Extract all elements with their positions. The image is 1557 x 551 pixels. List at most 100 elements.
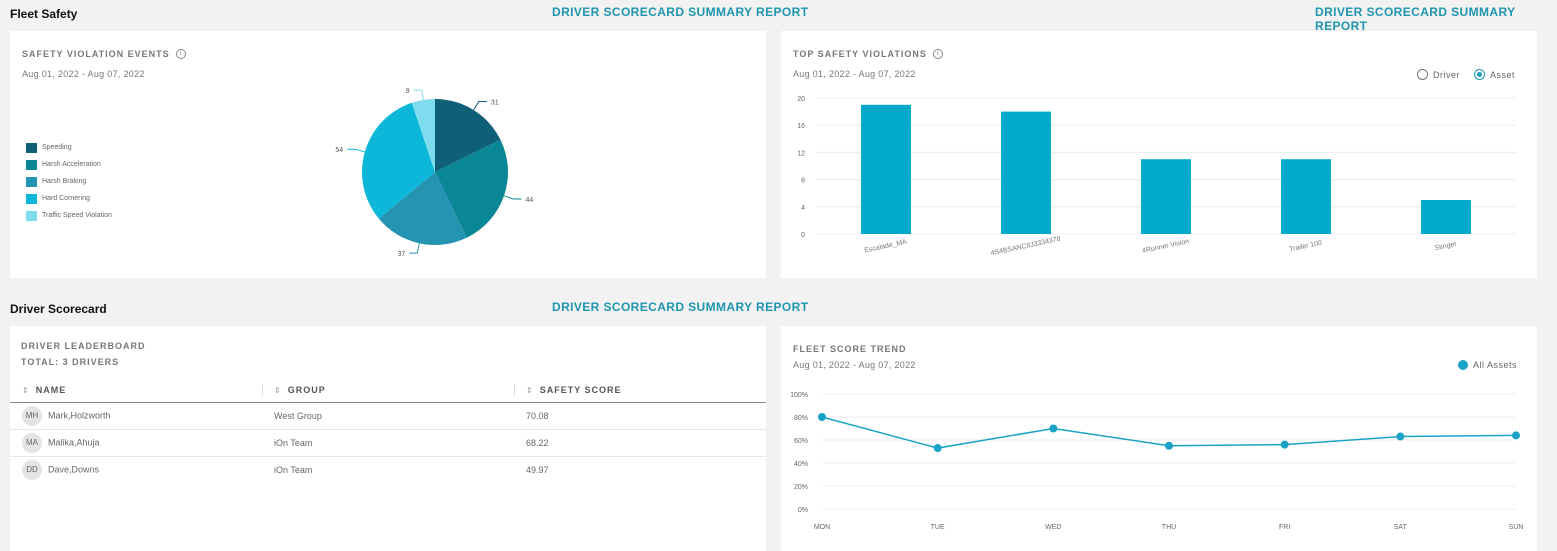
leaderboard-header-row: ⇕ NAME ⇕ GROUP ⇕ SAFETY SCORE	[10, 378, 766, 403]
safety-events-title-text: SAFETY VIOLATION EVENTS	[22, 49, 170, 59]
line-chart: 0% 20% 40% 60% 80% 100% MON TUE WED THU FRI SAT SUN	[790, 392, 1523, 531]
leaderboard-table: ⇕ NAME ⇕ GROUP ⇕ SAFETY SCORE MH Mark,Holzwo…	[10, 378, 766, 483]
table-row[interactable]: MA Malika,Ahuja iOn Team 68.22	[10, 429, 766, 457]
radio-driver-circle[interactable]	[1416, 69, 1428, 80]
data-point[interactable]	[1049, 424, 1058, 433]
fleet-trend-title: FLEET SCORE TREND	[793, 344, 907, 354]
y-tick-label: 0	[801, 232, 805, 239]
report-link-left[interactable]: DRIVER SCORECARD SUMMARY REPORT	[552, 5, 808, 19]
pie-data-label: 31	[491, 100, 499, 107]
y-tick-label: 20	[797, 96, 805, 103]
bar[interactable]	[1141, 159, 1191, 234]
driver-name[interactable]: Malika,Ahuja	[48, 437, 100, 447]
x-tick-label: Stinger	[1434, 241, 1458, 253]
driver-name-cell: MH Mark,Holzworth	[10, 402, 262, 430]
pie-data-label: 44	[525, 197, 533, 204]
driver-leaderboard-card: DRIVER LEADERBOARD TOTAL: 3 DRIVERS ⇕ NAM…	[10, 326, 766, 551]
data-point[interactable]	[933, 444, 942, 453]
legend-item[interactable]: Speeding	[26, 139, 112, 156]
driver-group: iOn Team	[262, 429, 514, 457]
x-tick-label: 4S4BSANC8J3334378	[990, 236, 1061, 258]
legend-item[interactable]: Hard Cornering	[26, 190, 112, 207]
bar[interactable]	[1001, 111, 1051, 234]
safety-events-date-range: Aug 01, 2022 - Aug 07, 2022	[22, 69, 145, 79]
data-point[interactable]	[1396, 432, 1405, 441]
sort-icon[interactable]: ⇕	[526, 386, 534, 395]
safety-events-title: SAFETY VIOLATION EVENTS i	[22, 49, 186, 59]
report-link-right[interactable]: DRIVER SCORECARD SUMMARY REPORT	[1315, 5, 1557, 33]
driver-score: 49.97	[526, 464, 549, 475]
x-tick-label: MON	[814, 524, 830, 531]
data-point[interactable]	[1280, 440, 1289, 449]
table-row[interactable]: MH Mark,Holzworth West Group 70.08	[10, 402, 766, 430]
data-point[interactable]	[1512, 431, 1520, 440]
radio-driver[interactable]: Driver	[1416, 69, 1460, 80]
y-tick-label: 12	[797, 150, 805, 157]
legend-label: Harsh Braking	[42, 178, 87, 185]
legend-item[interactable]: Harsh Braking	[26, 173, 112, 190]
pie-label-line	[473, 101, 487, 111]
avatar: MH	[22, 405, 42, 426]
legend-item[interactable]: Harsh Acceleration	[26, 156, 112, 173]
legend-swatch	[26, 142, 37, 153]
driver-group: iOn Team	[274, 464, 313, 475]
x-tick-label: TUE	[931, 524, 945, 531]
y-tick-label: 4	[801, 205, 805, 212]
pie-legend: Speeding Harsh Acceleration Harsh Braking H…	[26, 139, 112, 224]
trend-legend[interactable]: All Assets	[1457, 360, 1517, 370]
x-tick-label: WED	[1045, 524, 1061, 531]
safety-violation-events-card: SAFETY VIOLATION EVENTS i Aug 01, 2022 -…	[10, 31, 766, 278]
radio-asset[interactable]: Asset	[1473, 69, 1515, 80]
bar[interactable]	[861, 104, 911, 234]
table-row[interactable]: DD Dave,Downs iOn Team 49.97	[10, 456, 766, 483]
legend-swatch	[26, 210, 37, 221]
pie-data-label: 54	[335, 147, 343, 154]
driver-scorecard-title: Driver Scorecard	[10, 302, 107, 316]
top-safety-violations-card: TOP SAFETY VIOLATIONS i Aug 01, 2022 - A…	[781, 31, 1537, 278]
column-group-label: GROUP	[287, 384, 326, 395]
y-tick-label: 16	[797, 123, 805, 130]
page-scrollbar[interactable]	[1541, 0, 1557, 551]
sort-icon[interactable]: ⇕	[22, 386, 30, 395]
x-tick-label: THU	[1162, 524, 1176, 531]
x-tick-label: Escalade_MA	[864, 239, 908, 255]
pie-label-line	[409, 243, 420, 254]
driver-score: 68.22	[514, 429, 766, 457]
driver-asset-toggle: Driver Asset	[1416, 69, 1515, 80]
y-tick-label: 80%	[794, 415, 808, 422]
data-point[interactable]	[818, 413, 826, 421]
column-header-group[interactable]: ⇕ GROUP	[262, 378, 514, 403]
bar[interactable]	[1281, 159, 1331, 234]
sort-icon[interactable]: ⇕	[274, 386, 282, 395]
fleet-trend-date-range: Aug 01, 2022 - Aug 07, 2022	[793, 360, 916, 370]
legend-swatch	[26, 176, 37, 187]
legend-label: Harsh Acceleration	[42, 161, 101, 168]
info-icon[interactable]: i	[932, 49, 943, 59]
data-point[interactable]	[1165, 441, 1173, 450]
y-tick-label: 20%	[794, 484, 808, 491]
driver-name[interactable]: Dave,Downs	[48, 464, 99, 474]
report-link-scorecard[interactable]: DRIVER SCORECARD SUMMARY REPORT	[552, 300, 808, 314]
x-tick-label: 4Runner Vision	[1142, 238, 1190, 255]
legend-swatch	[26, 193, 37, 204]
column-header-safety-score[interactable]: ⇕ SAFETY SCORE	[514, 378, 766, 403]
radio-driver-label: Driver	[1432, 69, 1460, 80]
driver-score: 70.08	[514, 402, 766, 430]
leaderboard-title: DRIVER LEADERBOARD	[21, 341, 146, 351]
fleet-safety-title: Fleet Safety	[10, 7, 78, 21]
radio-asset-circle[interactable]	[1473, 69, 1485, 80]
legend-label: Hard Cornering	[42, 195, 90, 202]
info-icon[interactable]: i	[175, 49, 186, 59]
top-violations-title: TOP SAFETY VIOLATIONS i	[793, 49, 943, 59]
column-score-label: SAFETY SCORE	[539, 384, 622, 395]
pie-label-line	[347, 148, 365, 153]
legend-item[interactable]: Traffic Speed Violation	[26, 207, 112, 224]
pie-label-line	[503, 195, 522, 200]
top-violations-title-text: TOP SAFETY VIOLATIONS	[793, 49, 927, 59]
legend-label: Speeding	[42, 144, 72, 151]
avatar: DD	[22, 459, 42, 480]
bar[interactable]	[1421, 200, 1471, 234]
driver-name[interactable]: Mark,Holzworth	[48, 410, 111, 420]
leaderboard-total: TOTAL: 3 DRIVERS	[21, 357, 120, 367]
column-header-name[interactable]: ⇕ NAME	[10, 378, 262, 403]
